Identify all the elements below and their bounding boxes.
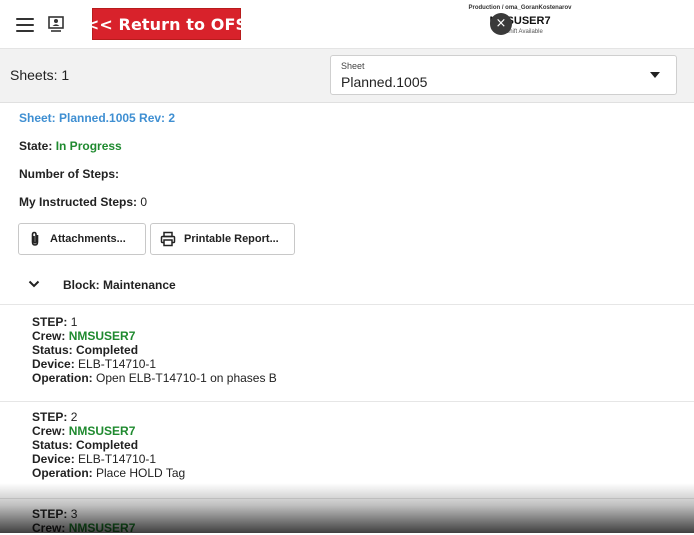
sheet-select[interactable]: Sheet Planned.1005 xyxy=(330,55,677,95)
step-number-line: STEP: 3 xyxy=(32,507,78,521)
user-name: NMSUSER7 xyxy=(489,15,551,27)
printable-report-label: Printable Report... xyxy=(184,233,279,245)
number-of-steps: Number of Steps: xyxy=(19,167,120,181)
environment-label: Production / oma_GoranKostenarov xyxy=(468,5,572,11)
state-value: In Progress xyxy=(55,139,122,153)
block-title: Block: Maintenance xyxy=(63,278,176,292)
step-device-line: Device: ELB-T14710-1 xyxy=(32,452,157,466)
paperclip-icon xyxy=(31,231,39,246)
printable-report-button[interactable]: Printable Report... xyxy=(150,223,295,255)
step-status-line: Status: Completed xyxy=(32,438,139,452)
return-to-ofs-button[interactable]: << Return to OFS xyxy=(86,8,247,40)
chevron-down-icon xyxy=(28,280,40,288)
step-card[interactable]: STEP: 2 Crew: NMSUSER7 Status: Completed… xyxy=(0,402,694,499)
printer-icon xyxy=(160,231,176,247)
step-crew-line: Crew: NMSUSER7 xyxy=(32,424,136,438)
step-number-line: STEP: 2 xyxy=(32,410,78,424)
step-device-line: Device: ELB-T14710-1 xyxy=(32,357,157,371)
sheets-count: Sheets: 1 xyxy=(10,67,70,83)
attachments-label: Attachments... xyxy=(50,233,126,245)
state-label: State: xyxy=(19,139,56,153)
instructed-label: My Instructed Steps: xyxy=(19,195,141,209)
app-header: << Return to OFS Production / oma_GoranK… xyxy=(0,0,694,49)
step-operation-line: Operation: Place HOLD Tag xyxy=(32,466,186,480)
sheet-select-label: Sheet xyxy=(341,61,365,71)
sheet-select-value: Planned.1005 xyxy=(341,74,428,90)
step-status-line: Status: Completed xyxy=(32,343,139,357)
step-card[interactable]: STEP: 3 Crew: NMSUSER7 xyxy=(0,499,694,535)
step-operation-line: Operation: Open ELB-T14710-1 on phases B xyxy=(32,371,277,385)
block-header[interactable]: Block: Maintenance xyxy=(0,268,694,305)
menu-icon[interactable] xyxy=(16,18,34,32)
shift-status: OnShift Available xyxy=(497,29,543,35)
step-crew-line: Crew: NMSUSER7 xyxy=(32,329,136,343)
close-icon[interactable]: × xyxy=(490,13,512,35)
instructed-value: 0 xyxy=(140,195,148,209)
attachments-button[interactable]: Attachments... xyxy=(18,223,146,255)
state-line: State: In Progress xyxy=(19,139,122,153)
sheet-title-link[interactable]: Sheet: Planned.1005 Rev: 2 xyxy=(19,111,175,125)
instructed-steps-line: My Instructed Steps: 0 xyxy=(19,195,147,209)
step-card[interactable]: STEP: 1 Crew: NMSUSER7 Status: Completed… xyxy=(0,305,694,402)
step-number-line: STEP: 1 xyxy=(32,315,78,329)
present-icon[interactable] xyxy=(46,14,66,34)
caret-down-icon xyxy=(650,72,660,78)
user-info: Production / oma_GoranKostenarov NMSUSER… xyxy=(420,4,620,36)
sheets-bar: Sheets: 1 Sheet Planned.1005 xyxy=(0,49,694,103)
